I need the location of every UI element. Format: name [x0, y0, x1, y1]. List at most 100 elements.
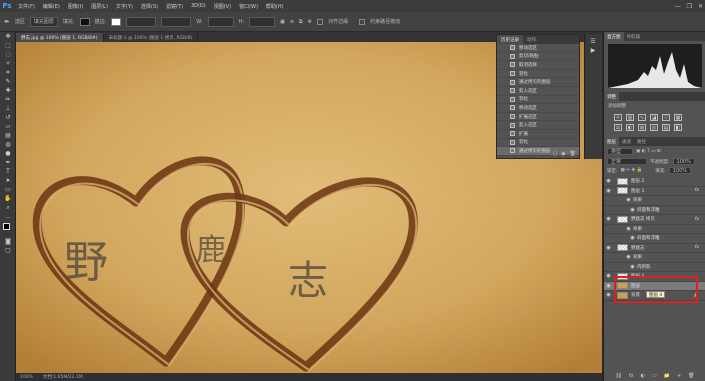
tab-layers[interactable]: 图层	[604, 137, 619, 146]
width-field[interactable]	[207, 16, 234, 27]
color-balance-icon[interactable]: ⚖	[614, 124, 622, 131]
new-document-icon[interactable]: ▢	[553, 151, 558, 157]
layer-row[interactable]: ◉ 野鹿志 拷贝 fx	[604, 215, 705, 225]
fx-icon[interactable]: fx	[695, 245, 699, 250]
path-arrange-icon[interactable]: ⧉	[299, 19, 303, 25]
blur-tool-icon[interactable]: ◍	[0, 140, 16, 149]
tab-navigator[interactable]: 导航器	[624, 34, 644, 40]
layer-row[interactable]: ◉ 图层 2	[604, 177, 705, 187]
hand-tool-icon[interactable]: ✋	[0, 194, 16, 203]
eyedropper-icon[interactable]: ✎	[0, 77, 16, 86]
eye-icon[interactable]: ◉	[624, 254, 633, 260]
eye-icon[interactable]: ◉	[604, 188, 613, 194]
history-item[interactable]: 羽化	[497, 96, 579, 105]
marquee-tool-icon[interactable]: ⬚	[0, 41, 16, 50]
levels-icon[interactable]: ▥	[626, 114, 634, 121]
exposure-icon[interactable]: ◪	[650, 114, 658, 121]
clone-stamp-icon[interactable]: ⊥	[0, 104, 16, 113]
menu-image[interactable]: 图像(I)	[64, 3, 87, 10]
fill-field[interactable]: 100%	[668, 167, 692, 174]
path-select-icon[interactable]: ➤	[0, 176, 16, 185]
lasso-tool-icon[interactable]: ◌	[0, 50, 16, 59]
photo-filter-icon[interactable]: ◍	[638, 124, 646, 131]
history-item[interactable]: 扩展	[497, 130, 579, 139]
crop-tool-icon[interactable]: ⌗	[0, 68, 16, 77]
eye-icon[interactable]: ◉	[624, 197, 633, 203]
stroke-width-field[interactable]	[126, 16, 157, 27]
effect-row[interactable]: ◉ 内阴影	[604, 263, 705, 272]
menu-edit[interactable]: 编辑(E)	[39, 3, 64, 10]
constrain-checkbox[interactable]	[359, 18, 366, 25]
add-style-icon[interactable]: fx	[629, 373, 634, 379]
history-item[interactable]: 剪入选区	[497, 121, 579, 130]
pen-tool-icon[interactable]: ✒	[4, 18, 10, 26]
blend-mode-select[interactable]: 正常	[607, 158, 647, 165]
add-mask-icon[interactable]: ▭	[652, 373, 657, 379]
brightness-icon[interactable]: ☼	[614, 114, 622, 121]
tab-document-2[interactable]: 未标题-1 @ 100% (图层 1 拷贝, RGB/8)	[104, 33, 199, 42]
effect-row[interactable]: ◉ 斜面和浮雕	[604, 206, 705, 215]
menu-window[interactable]: 窗口(W)	[235, 3, 262, 10]
path-align-icon[interactable]: ≡	[290, 19, 294, 25]
delete-layer-icon[interactable]: 🗑	[688, 373, 694, 379]
filter-icons[interactable]: ▣ ◐ T ▭ ⊞	[636, 149, 661, 154]
magic-wand-icon[interactable]: ✧	[0, 59, 16, 68]
tab-histogram[interactable]: 直方图	[604, 32, 624, 41]
dodge-tool-icon[interactable]: ●	[0, 149, 16, 158]
menu-file[interactable]: 文件(F)	[14, 3, 39, 10]
history-item[interactable]: 羽化	[497, 139, 579, 148]
stroke-type-select[interactable]	[161, 16, 192, 27]
color-swatches[interactable]	[0, 221, 15, 237]
close-icon[interactable]: ✕	[698, 3, 703, 10]
layer-row[interactable]: ◉ 图层 3 fx	[604, 187, 705, 196]
actions-panel-icon[interactable]: ▶	[585, 46, 601, 55]
stroke-swatch[interactable]	[111, 17, 122, 26]
screen-mode-icon[interactable]: ▢	[0, 246, 16, 255]
quick-mask-icon[interactable]: ◙	[0, 237, 16, 246]
menu-help[interactable]: 帮助(H)	[262, 3, 288, 10]
trash-icon[interactable]: 🗑	[570, 151, 576, 157]
effects-row[interactable]: ◉ 效果	[604, 253, 705, 263]
pen-tool-icon[interactable]: ✒	[0, 158, 16, 167]
history-item[interactable]: 剪切/粘贴	[497, 53, 579, 62]
effect-row[interactable]: ◉ 斜面和浮雕	[604, 234, 705, 244]
history-item[interactable]: 剪入选区	[497, 87, 579, 96]
menu-select[interactable]: 选择(S)	[137, 3, 162, 10]
history-item[interactable]: 移动选区	[497, 104, 579, 113]
fill-swatch[interactable]	[79, 17, 90, 26]
gear-icon[interactable]: ⚙	[308, 19, 312, 25]
history-brush-icon[interactable]: ↺	[0, 113, 16, 122]
history-item[interactable]: 羽化	[497, 70, 579, 79]
tab-document-1[interactable]: 野志.jpg @ 100% (图层 1, RGB/8#)	[16, 33, 104, 42]
eye-icon[interactable]: ◉	[604, 273, 613, 279]
adjustment-layer-icon[interactable]: ◐	[641, 373, 645, 379]
lock-icons[interactable]: ▦ ✏ ✥ 🔒	[621, 168, 643, 173]
brush-tool-icon[interactable]: ✏	[0, 95, 16, 104]
tab-paths[interactable]: 路径	[634, 139, 649, 145]
shape-tool-icon[interactable]: ▭	[0, 185, 16, 194]
channel-mixer-icon[interactable]: ◎	[650, 124, 658, 131]
height-field[interactable]	[249, 16, 276, 27]
new-layer-icon[interactable]: +	[677, 373, 681, 379]
minimize-icon[interactable]: —	[675, 3, 681, 10]
eye-icon[interactable]: ◉	[604, 216, 613, 222]
black-white-icon[interactable]: ◐	[626, 124, 634, 131]
fx-icon[interactable]: fx	[695, 217, 699, 222]
tab-actions[interactable]: 动作	[523, 37, 540, 43]
eye-icon[interactable]: ◉	[604, 283, 613, 289]
tab-adjustments[interactable]: 调整	[604, 92, 619, 101]
move-tool-icon[interactable]: ✥	[0, 32, 16, 41]
eye-icon[interactable]: ◉	[604, 178, 613, 184]
camera-icon[interactable]: ◉	[561, 151, 565, 157]
menu-3d[interactable]: 3D(D)	[187, 3, 210, 9]
tab-history[interactable]: 历史记录	[497, 35, 523, 44]
history-item[interactable]: 扩展选区	[497, 113, 579, 122]
more-tools-icon[interactable]: …	[0, 212, 16, 221]
eye-icon[interactable]: ◉	[628, 264, 637, 270]
effects-row[interactable]: ◉ 效果	[604, 225, 705, 234]
menu-type[interactable]: 文字(Y)	[112, 3, 137, 10]
opacity-field[interactable]: 100%	[672, 158, 695, 165]
hue-sat-icon[interactable]: ▦	[674, 114, 682, 121]
layer-row[interactable]: ◉ 野鹿志 fx	[604, 244, 705, 253]
layer-kind-filter[interactable]: 类型	[607, 148, 633, 155]
